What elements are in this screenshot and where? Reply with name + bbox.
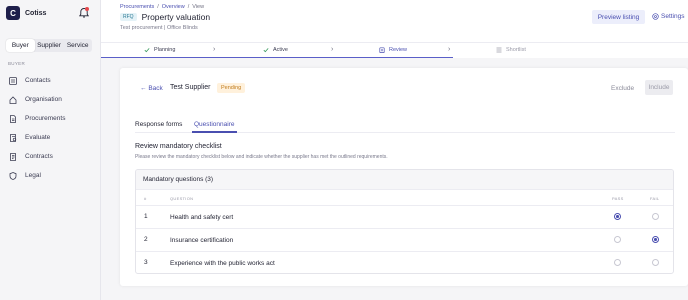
column-header-fail: FAIL [650,196,660,201]
home-icon [9,95,17,104]
question-text: Experience with the public works act [170,260,275,267]
role-switcher: Buyer Supplier Service [6,39,92,52]
exclude-button[interactable]: Exclude [611,85,634,92]
preview-listing-button[interactable]: Preview listing [592,10,645,24]
evaluate-icon [10,133,17,142]
sidebar-item-contacts[interactable]: Contacts [0,71,100,90]
sidebar-item-label: Organisation [25,96,62,103]
document-icon [10,114,16,123]
pass-radio[interactable] [614,236,621,243]
back-label: Back [148,85,163,92]
question-number: 2 [144,236,148,243]
step-label: Review [389,47,408,53]
page-header: Procurements / Overview / View RFQ Property … [101,0,688,44]
breadcrumb: Procurements / Overview / View [120,4,204,10]
table-row: 2 Insurance certification [136,228,673,251]
sidebar-item-label: Evaluate [25,134,51,141]
status-badge: Pending [217,83,246,93]
sidebar-item-evaluate[interactable]: Evaluate [0,128,100,147]
question-text: Insurance certification [170,237,234,244]
sidebar-item-label: Contacts [25,77,51,84]
gear-icon [652,13,659,20]
pass-radio[interactable] [614,213,621,220]
rfq-badge: RFQ [120,13,137,21]
check-icon [144,48,150,53]
fail-radio[interactable] [652,213,659,220]
notification-dot [85,7,89,11]
shield-icon [9,171,17,180]
breadcrumb-separator: / [187,4,190,10]
brand-name: Cotiss [25,9,47,17]
section-title: Review mandatory checklist [135,143,222,150]
table-row: 1 Health and safety cert [136,205,673,228]
tab-questionnaire[interactable]: Questionnaire [194,121,234,128]
active-tab-indicator [192,131,237,133]
mandatory-questions-panel: Mandatory questions (3) # QUESTION PASS … [135,169,674,274]
sidebar-item-contracts[interactable]: Contracts [0,147,100,166]
include-button[interactable]: Include [645,80,673,95]
breadcrumb-separator: / [157,4,159,10]
column-header-number: # [144,196,147,201]
tab-response-forms[interactable]: Response forms [135,121,182,128]
sidebar-item-label: Contracts [25,153,53,160]
logo: C [6,6,20,20]
title-row: RFQ Property valuation [120,12,210,22]
section-description: Please review the mandatory checklist be… [135,154,388,160]
back-button[interactable]: ← Back [140,85,163,92]
role-tab-service[interactable]: Service [63,39,92,52]
question-text: Health and safety cert [170,214,234,221]
chevron-right-icon: › [331,46,334,53]
table-row: 3 Experience with the public works act [136,251,673,273]
sidebar-item-organisation[interactable]: Organisation [0,90,100,109]
chevron-right-icon: › [213,46,216,53]
fail-radio[interactable] [652,236,659,243]
review-card: ← Back Test Supplier Pending Exclude Inc… [120,68,688,286]
column-header-pass: PASS [612,196,624,201]
contacts-icon [9,76,17,85]
sidebar: C Cotiss Buyer Supplier Service BUYER Co… [0,0,101,300]
sidebar-item-label: Legal [25,172,41,179]
breadcrumb-procurements[interactable]: Procurements [120,4,154,10]
chevron-right-icon: › [448,46,451,53]
clipboard-icon [379,47,385,53]
step-planning[interactable]: Planning [144,43,175,57]
contract-icon [10,152,16,161]
step-label: Active [273,47,288,53]
step-review[interactable]: Review [379,43,407,57]
nav-section-label: BUYER [8,61,26,66]
page-subtitle: Test procurement | Office Blinds [120,25,198,31]
settings-button[interactable]: Settings [652,13,685,20]
page-title: Property valuation [141,12,211,22]
sidebar-item-label: Procurements [25,115,66,122]
sidebar-item-legal[interactable]: Legal [0,166,100,185]
step-label: Shortlist [506,47,526,53]
supplier-name: Test Supplier [170,84,211,91]
settings-label: Settings [661,13,685,20]
sidebar-nav: Contacts Organisation Procurements Evalu… [0,71,100,185]
list-icon [496,47,502,53]
column-header-question: QUESTION [170,196,194,201]
breadcrumb-overview[interactable]: Overview [162,4,185,10]
progress-stepper: Planning › Active › Review › Shortlist [101,42,688,59]
role-tab-buyer[interactable]: Buyer [6,39,35,52]
panel-title: Mandatory questions (3) [136,170,673,190]
pass-radio[interactable] [614,259,621,266]
question-number: 1 [144,213,148,220]
step-shortlist[interactable]: Shortlist [496,43,526,57]
question-number: 3 [144,259,148,266]
fail-radio[interactable] [652,259,659,266]
sidebar-item-procurements[interactable]: Procurements [0,109,100,128]
step-label: Planning [154,47,176,53]
step-active[interactable]: Active [263,43,288,57]
breadcrumb-current: View [192,4,205,10]
role-tab-supplier[interactable]: Supplier [35,39,64,52]
check-icon [263,48,269,53]
brand[interactable]: C Cotiss [6,6,46,20]
